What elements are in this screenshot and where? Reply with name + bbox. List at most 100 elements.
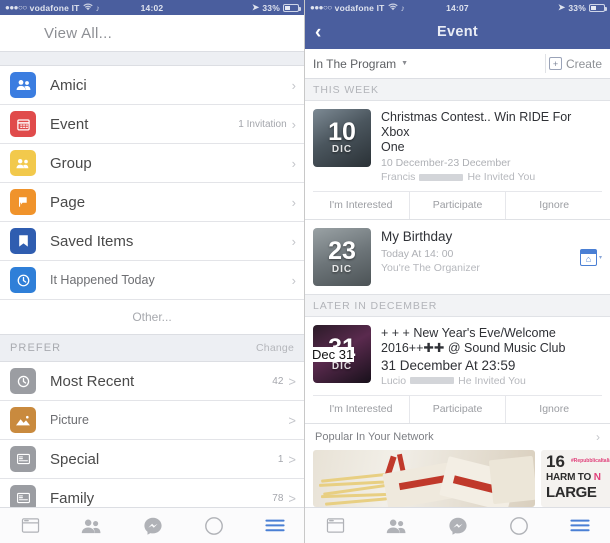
event-title: My Birthday (381, 229, 580, 245)
event-date-range: 10 December-23 December (381, 157, 511, 170)
participate-button[interactable]: Participate (410, 395, 507, 423)
notifications-globe-icon[interactable] (183, 516, 244, 535)
sidebar-item-label: Event (50, 115, 89, 133)
event-title-line1: Christmas Contest.. Win RIDE For Xbox (381, 110, 572, 139)
event-day: 10 (328, 117, 356, 146)
chevron-right-icon: › (291, 116, 296, 132)
sidebar-item-label: Family (50, 489, 95, 507)
event-card[interactable]: 10 DIC Christmas Contest.. Win RIDE For … (305, 101, 610, 221)
notifications-globe-icon[interactable] (488, 516, 549, 535)
sidebar-item-label: Picture (50, 413, 89, 427)
clock-icon (10, 368, 36, 394)
sidebar-item-label: Group (50, 154, 92, 172)
battery-icon (589, 3, 607, 12)
event-title: Christmas Contest.. Win RIDE For Xbox On… (381, 110, 602, 154)
dual-screenshot: ●●●○○ vodafone IT ♪ 14:02 ➤ 33% View All… (0, 0, 610, 543)
status-bar-right: ●●●○○ vodafone IT ♪ 14:07 ➤ 33% (305, 0, 610, 15)
interested-button[interactable]: I'm Interested (313, 395, 410, 423)
prefer-change-button[interactable]: Change (256, 342, 294, 354)
caret-down-icon: ▾ (598, 254, 602, 261)
chevron-right-icon: › (291, 77, 296, 93)
friend-requests-icon[interactable] (61, 518, 122, 534)
participate-button[interactable]: Participate (410, 192, 507, 220)
ignore-button[interactable]: Ignore (506, 396, 602, 423)
news-feed-icon[interactable] (0, 517, 61, 534)
calendar-icon (10, 111, 36, 137)
other-link[interactable]: Other... (0, 300, 304, 334)
section-header-label: THIS WEEK (313, 83, 379, 96)
sidebar-item-special[interactable]: Special 1 > (0, 440, 304, 479)
wifi-icon (82, 2, 93, 13)
music-note-icon: ♪ (95, 2, 101, 13)
more-menu-icon[interactable] (549, 519, 610, 532)
sidebar-item-label: It Happened Today (50, 273, 155, 287)
sidebar-item-page[interactable]: Page › (0, 183, 304, 222)
sidebar-item-label: Amici (50, 76, 87, 94)
chevron-right-icon: > (288, 490, 296, 506)
tab-bar-left (0, 507, 304, 543)
navigation-bar: ‹ Event (305, 15, 610, 49)
sidebar-item-meta: 78 (272, 492, 284, 504)
chevron-right-icon: › (291, 194, 296, 210)
group-icon (10, 150, 36, 176)
signal-dots-icon: ●●●○○ (310, 3, 332, 12)
chevron-right-icon: > (288, 412, 296, 428)
news-line1: HARM TO N (546, 472, 601, 483)
battery-percent-label: 33% (262, 2, 280, 13)
sidebar-item-meta: 1 (277, 453, 284, 465)
chevron-right-icon: > (288, 451, 296, 467)
sidebar-item-amici[interactable]: Amici › (0, 66, 304, 105)
news-card[interactable]: 16 #RepubblicaItaliana HARM TO N LARGE (541, 449, 610, 507)
redacted-surname (410, 377, 455, 385)
section-header-this-week: THIS WEEK (305, 79, 610, 101)
left-pane-more-menu: ●●●○○ vodafone IT ♪ 14:02 ➤ 33% View All… (0, 0, 305, 543)
sidebar-item-saved-items[interactable]: Saved Items › (0, 222, 304, 261)
popular-header-label: Popular In Your Network (315, 430, 434, 443)
chevron-right-icon: › (291, 233, 296, 249)
calendar-home-icon[interactable]: ⌂ ▾ (579, 248, 602, 266)
redacted-surname (419, 173, 464, 181)
event-inviter: Lucio He Invited You (381, 375, 602, 387)
messenger-icon[interactable] (427, 517, 488, 535)
ignore-button[interactable]: Ignore (506, 192, 602, 219)
event-month: DIC (331, 360, 353, 372)
sidebar-item-group[interactable]: Group › (0, 144, 304, 183)
create-event-button[interactable]: + Create (548, 57, 602, 71)
event-month: DIC (331, 263, 353, 275)
view-all-link[interactable]: View All... (0, 15, 304, 51)
pasta-photo-card[interactable] (313, 449, 535, 507)
news-feed-icon[interactable] (305, 517, 366, 534)
event-date-range: Today At 14: 00 (381, 248, 454, 261)
sidebar-item-most-recent[interactable]: Most Recent 42 > (0, 362, 304, 401)
chevron-right-icon: > (288, 373, 296, 389)
event-thumbnail: 10 DIC (313, 109, 371, 167)
wifi-icon (387, 2, 398, 13)
event-card[interactable]: 31 DIC + + + New Year's Eve/Welcome 2016… (305, 317, 610, 424)
flag-icon (10, 189, 36, 215)
caret-down-icon[interactable]: ▼ (401, 60, 408, 67)
invite-text: He Invited You (467, 171, 536, 184)
sidebar-item-event[interactable]: Event 1 Invitation › (0, 105, 304, 144)
program-filter-label[interactable]: In The Program (313, 57, 396, 71)
invite-text: You're The Organizer (381, 262, 480, 275)
battery-percent-label: 33% (568, 2, 586, 13)
sidebar-item-it-happened-today[interactable]: It Happened Today › (0, 261, 304, 300)
battery-icon (283, 3, 301, 12)
event-card[interactable]: 23 DIC My Birthday Today At 14: 00 You'r… (305, 220, 610, 296)
sidebar-item-label: Page (50, 193, 86, 211)
news-line1-text: HARM TO (546, 471, 592, 483)
news-line2: LARGE (546, 483, 597, 501)
friend-requests-icon[interactable] (366, 518, 427, 534)
section-gap (0, 51, 304, 66)
event-organizer: You're The Organizer (381, 262, 580, 274)
photo-icon (10, 407, 36, 433)
popular-cards: 16 #RepubblicaItaliana HARM TO N LARGE (305, 449, 610, 507)
popular-header[interactable]: Popular In Your Network › (305, 424, 610, 450)
divider (545, 54, 546, 73)
signal-dots-icon: ●●●○○ (5, 3, 27, 12)
more-menu-icon[interactable] (244, 519, 304, 532)
interested-button[interactable]: I'm Interested (313, 192, 410, 220)
messenger-icon[interactable] (122, 517, 183, 535)
sidebar-item-picture[interactable]: Picture > (0, 401, 304, 440)
event-title-line1: My Birthday (381, 229, 453, 245)
